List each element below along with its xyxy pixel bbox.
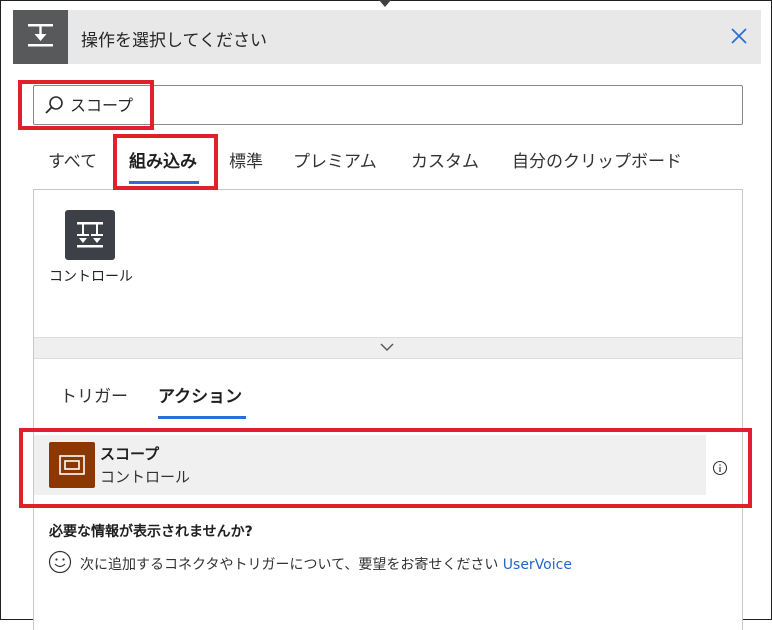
chevron-down-icon — [380, 343, 394, 351]
tab-all[interactable]: すべて — [48, 147, 97, 172]
help-text: 次に追加するコネクタやトリガーについて、要望をお寄せください UserVoice — [80, 554, 572, 574]
results-panel: コントロール トリガー アクション スコープ コントロール 必要な情報が表示され… — [33, 189, 743, 630]
expand-connectors-bar[interactable] — [34, 337, 742, 359]
tab-triggers[interactable]: トリガー — [60, 382, 128, 407]
tab-custom[interactable]: カスタム — [411, 147, 479, 172]
operation-icon — [13, 10, 68, 64]
tab-actions[interactable]: アクション — [158, 382, 242, 407]
control-icon — [65, 210, 115, 260]
highlight-search — [18, 80, 154, 130]
dialog-header: 操作を選択してください — [13, 10, 761, 64]
help-title: 必要な情報が表示されませんか? — [49, 524, 253, 540]
tab-standard[interactable]: 標準 — [229, 147, 263, 172]
dialog-frame: 操作を選択してください すべて 組み込み 標準 プレミアム カスタム 自分のクリ… — [0, 0, 772, 630]
connector-label: コントロール — [49, 269, 133, 285]
uservoice-link[interactable]: UserVoice — [503, 557, 572, 573]
result-type-tabs: トリガー アクション — [34, 370, 742, 420]
dialog-title: 操作を選択してください — [81, 31, 267, 51]
connector-notch-icon — [379, 0, 391, 7]
highlight-scope-action — [19, 428, 752, 508]
close-icon — [731, 28, 747, 44]
highlight-built-in-tab — [113, 134, 218, 190]
active-subtab-indicator — [158, 416, 246, 419]
close-button[interactable] — [727, 24, 751, 48]
tab-my-clipboard[interactable]: 自分のクリップボード — [512, 147, 682, 172]
smile-icon — [48, 550, 72, 574]
search-input[interactable] — [70, 90, 730, 118]
tab-premium[interactable]: プレミアム — [293, 147, 377, 172]
help-message: 次に追加するコネクタやトリガーについて、要望をお寄せください — [80, 557, 499, 573]
